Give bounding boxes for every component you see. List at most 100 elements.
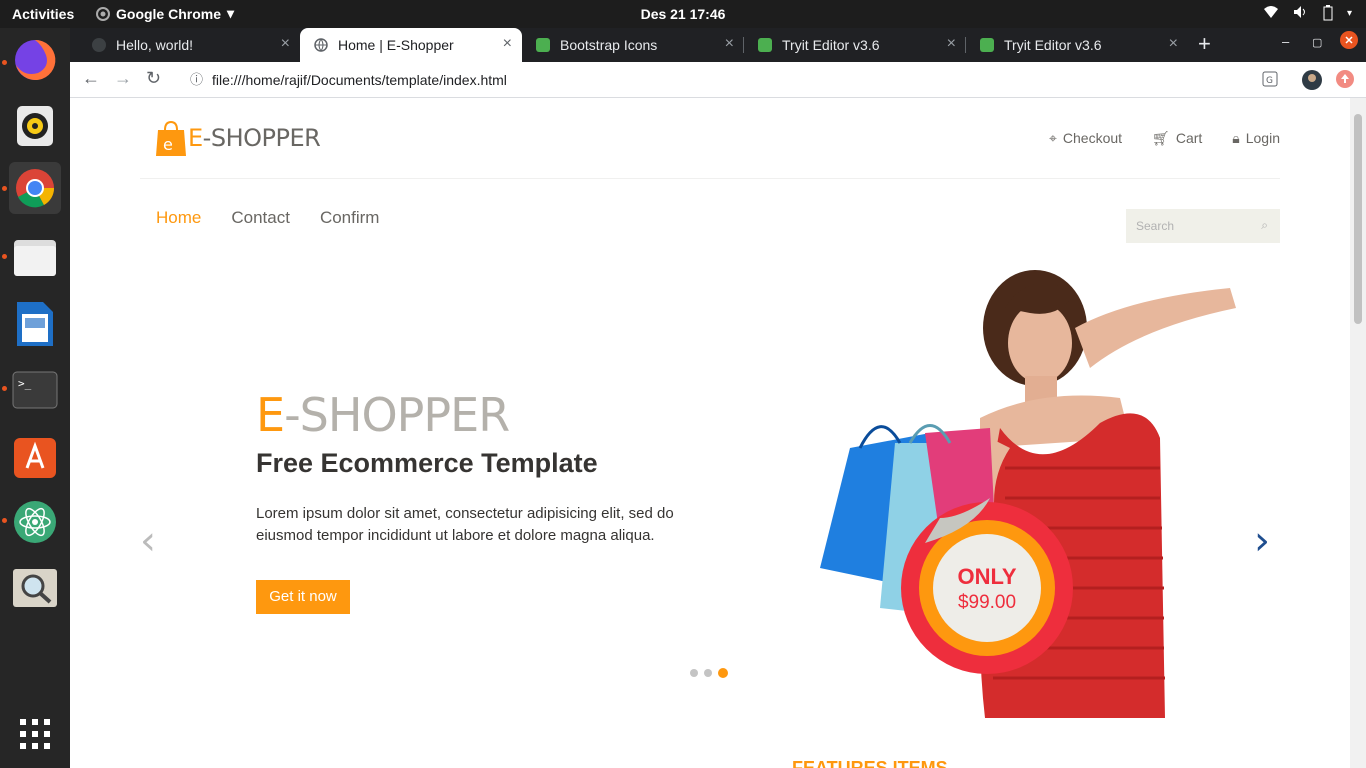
system-top-bar: Activities Google Chrome ▾ Des 21 17:46 … (0, 0, 1366, 28)
tab-title: Tryit Editor v3.6 (782, 37, 880, 53)
search-input[interactable]: Search ⌕ (1126, 209, 1280, 243)
app-grid-icon (20, 719, 50, 749)
slider-next-arrow[interactable]: › (1254, 518, 1270, 564)
cart-link[interactable]: 🛒︎ Cart (1152, 130, 1202, 147)
reload-button[interactable]: ↻ (146, 68, 161, 89)
crosshair-icon: ⌖ (1049, 130, 1057, 146)
tab-home-eshopper[interactable]: Home | E-Shopper × (300, 28, 522, 62)
nav-home[interactable]: Home (156, 208, 201, 228)
svg-text:G: G (1266, 76, 1273, 86)
browser-toolbar: ← → ↻ ⓘ file:///home/rajif/Documents/tem… (70, 62, 1366, 98)
system-tray[interactable]: ▾ (1263, 5, 1352, 21)
document-icon (17, 302, 53, 346)
magnifier-icon (13, 569, 57, 607)
slider-prev-arrow[interactable]: ‹ (140, 518, 156, 564)
slide-text: Lorem ipsum dolor sit amet, consectetur … (256, 505, 674, 544)
slide-title-accent: E (256, 388, 285, 442)
show-applications-button[interactable] (9, 708, 61, 760)
new-tab-button[interactable]: + (1198, 31, 1211, 57)
main-nav: Home Contact Confirm (156, 208, 379, 228)
forward-button[interactable]: → (114, 68, 132, 89)
firefox-icon (15, 39, 56, 80)
atom-icon (14, 501, 56, 543)
power-menu-icon: ▾ (1346, 8, 1352, 19)
chrome-launcher[interactable] (9, 162, 61, 214)
back-button[interactable]: ← (82, 68, 100, 89)
checkout-label: Checkout (1062, 130, 1123, 146)
page-scrollbar[interactable] (1350, 98, 1366, 768)
atom-launcher[interactable] (9, 496, 61, 548)
w3-icon (758, 38, 772, 52)
address-bar[interactable]: ⓘ file:///home/rajif/Documents/template/… (178, 65, 1254, 95)
tab-title: Bootstrap Icons (560, 37, 658, 53)
firefox-launcher[interactable] (9, 34, 61, 86)
update-button[interactable] (1336, 70, 1354, 93)
slide-title-rest: -SHOPPER (284, 388, 510, 442)
login-link[interactable]: 🔒︎ Login (1232, 130, 1280, 147)
slider-indicator[interactable] (690, 669, 698, 677)
terminal-launcher[interactable]: >_ (9, 364, 61, 416)
w3-icon (536, 38, 550, 52)
nav-confirm[interactable]: Confirm (320, 208, 380, 228)
logo-letter: e (163, 135, 173, 154)
badge-only-text: ONLY (957, 564, 1016, 589)
activities-button[interactable]: Activities (12, 6, 74, 22)
page-viewport: e E-SHOPPER ⌖ Checkout 🛒︎ Cart 🔒︎ Login Hom… (70, 98, 1350, 768)
app-menu[interactable]: Google Chrome ▾ (96, 5, 234, 22)
browser-chrome: Hello, world! × Home | E-Shopper × Boots… (70, 28, 1366, 98)
minimize-button[interactable]: – (1282, 34, 1289, 49)
get-it-now-button[interactable]: Get it now (256, 580, 350, 614)
logo-text: E-SHOPPER (188, 124, 321, 152)
writer-launcher[interactable] (9, 298, 61, 350)
slider-indicator[interactable] (704, 669, 712, 677)
globe-icon (92, 38, 106, 52)
running-indicator (2, 186, 7, 191)
features-heading: FEATURES ITEMS (792, 758, 948, 768)
login-label: Login (1245, 130, 1280, 146)
info-icon[interactable]: ⓘ (190, 65, 203, 95)
close-icon[interactable]: × (281, 35, 290, 53)
shopping-bag-icon: e (156, 120, 186, 156)
slide-subtitle: Free Ecommerce Template (256, 448, 598, 478)
update-icon (1336, 70, 1354, 88)
svg-text:>_: >_ (18, 377, 32, 390)
wifi-icon (1263, 6, 1278, 18)
battery-icon (1323, 5, 1333, 21)
close-window-button[interactable] (1340, 31, 1358, 52)
files-launcher[interactable] (9, 232, 61, 284)
checkout-link[interactable]: ⌖ Checkout (1049, 130, 1122, 147)
scrollbar-thumb[interactable] (1354, 114, 1362, 324)
profile-avatar[interactable] (1302, 70, 1322, 95)
software-launcher[interactable] (9, 430, 61, 482)
chrome-icon (16, 169, 55, 208)
close-icon[interactable]: × (1169, 35, 1178, 53)
app-name: Google Chrome (116, 5, 222, 22)
tab-title: Hello, world! (116, 37, 194, 53)
close-icon[interactable]: × (947, 35, 956, 53)
tab-title: Tryit Editor v3.6 (1004, 37, 1102, 53)
rhythmbox-launcher[interactable] (9, 100, 61, 152)
globe-icon (314, 38, 328, 52)
slide-title: E-SHOPPER (256, 388, 510, 442)
logo-rest: -SHOPPER (202, 124, 321, 152)
close-icon[interactable]: × (503, 35, 512, 53)
tab-hello-world[interactable]: Hello, world! × (78, 28, 300, 62)
maximize-button[interactable]: ▢ (1312, 36, 1322, 49)
search-icon[interactable]: ⌕ (1261, 218, 1268, 233)
chrome-small-icon (96, 6, 110, 21)
nav-contact[interactable]: Contact (231, 208, 290, 228)
tab-tryit-1[interactable]: Tryit Editor v3.6 × (744, 28, 966, 62)
image-viewer-launcher[interactable] (9, 562, 61, 614)
slider-indicator-active[interactable] (718, 668, 728, 678)
running-indicator (2, 518, 7, 523)
url-text: file:///home/rajif/Documents/template/in… (212, 72, 507, 88)
tab-bootstrap-icons[interactable]: Bootstrap Icons × (522, 28, 744, 62)
site-logo[interactable]: e E-SHOPPER (156, 120, 321, 156)
tab-tryit-2[interactable]: Tryit Editor v3.6 × (966, 28, 1188, 62)
close-icon[interactable]: × (725, 35, 734, 53)
cart-label: Cart (1175, 130, 1203, 146)
slider-indicators (690, 668, 728, 678)
folder-icon (14, 240, 56, 276)
lock-icon: 🔒︎ (1232, 130, 1240, 146)
translate-icon[interactable]: G (1262, 71, 1278, 90)
